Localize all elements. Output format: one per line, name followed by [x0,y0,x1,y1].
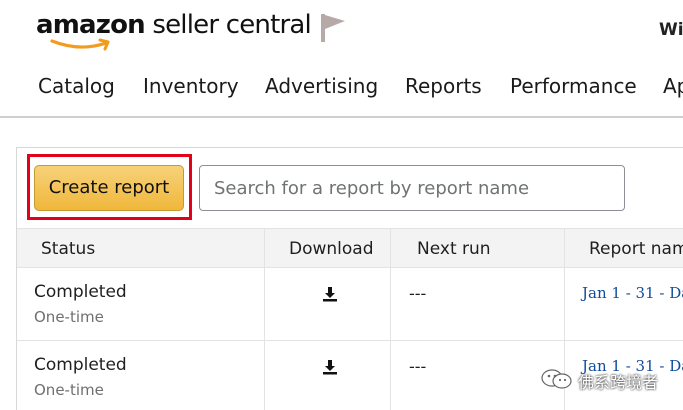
flag-icon[interactable] [318,12,348,44]
user-name[interactable]: Wi [659,20,683,40]
download-icon[interactable] [322,286,338,302]
status-text: Completed [34,282,127,302]
amazon-smile-icon [50,38,110,51]
nav-item-apps[interactable]: Ap [663,74,683,98]
next-run-text: --- [409,357,427,376]
nav-item-reports[interactable]: Reports [405,74,482,98]
column-header-next-run[interactable]: Next run [417,229,491,269]
nav-item-advertising[interactable]: Advertising [265,74,378,98]
frequency-text: One-time [34,308,104,326]
logo-text: amazon seller central [36,10,312,40]
column-header-report-name[interactable]: Report nam [589,229,683,269]
nav-item-performance[interactable]: Performance [510,74,637,98]
table-header: Status Download Next run Report nam [17,228,683,268]
frequency-text: One-time [34,381,104,399]
column-header-status[interactable]: Status [41,229,95,269]
main-nav: Catalog Inventory Advertising Reports Pe… [0,66,683,116]
nav-item-catalog[interactable]: Catalog [38,74,115,98]
nav-divider [0,116,683,118]
column-header-download: Download [289,239,374,259]
report-name-link[interactable]: Jan 1 - 31 - Da [582,284,683,302]
wechat-icon [541,369,572,389]
report-search-input[interactable] [199,165,625,211]
nav-item-inventory[interactable]: Inventory [143,74,239,98]
next-run-text: --- [409,284,427,303]
watermark-text: 佛系跨境者 [578,373,659,392]
table-row: Completed One-time --- Jan 1 - 31 - Da [17,268,683,341]
status-text: Completed [34,355,127,375]
reports-toolbar: Create report [17,148,683,228]
download-icon[interactable] [322,359,338,375]
create-report-button[interactable]: Create report [34,165,184,211]
